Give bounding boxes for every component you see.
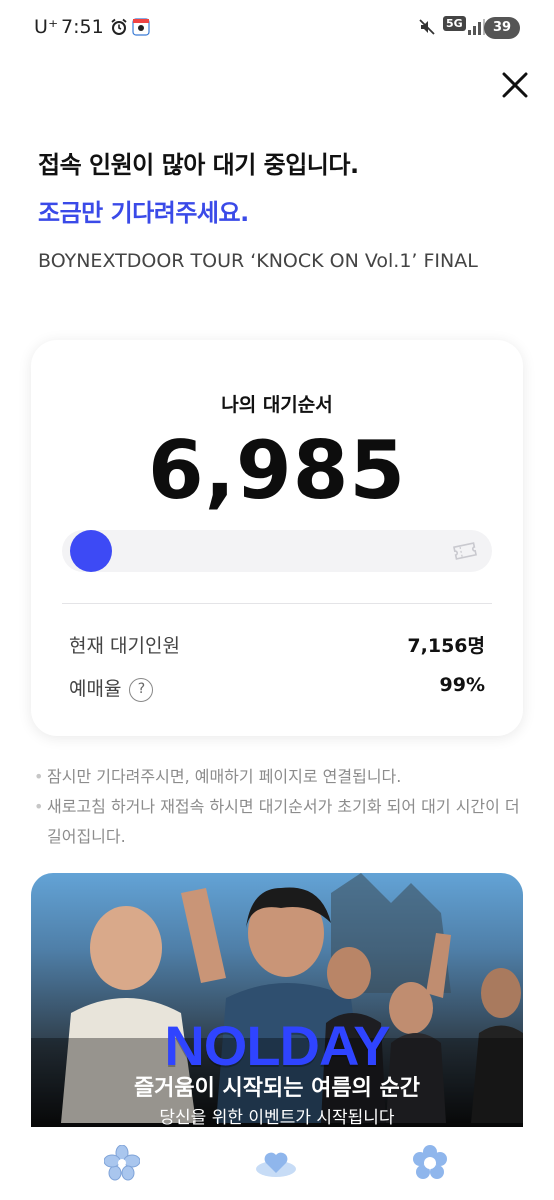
queue-card: 나의 대기순서 6,985 현재 대기인원 7,156명 예매율? 99%: [31, 340, 523, 736]
notice-item: 잠시만 기다려주시면, 예매하기 페이지로 연결됩니다.: [34, 762, 520, 792]
booking-rate-value: 99%: [439, 674, 485, 696]
queue-screen: U⁺ 7:51 5G 39 접속 인원이 많아 대기 중입니다. 조금만 기다려…: [0, 0, 554, 1200]
current-waiting-label: 현재 대기인원: [69, 635, 180, 657]
booking-rate-label: 예매율: [69, 678, 122, 700]
banner-brand: NOLDAY: [164, 1014, 390, 1077]
network-badge: 5G: [443, 16, 466, 31]
current-waiting-value: 7,156명: [407, 635, 485, 657]
flower-icon[interactable]: [103, 1144, 141, 1181]
signal-icon: [467, 18, 485, 40]
queue-progress-bar: [62, 530, 492, 572]
promo-banner[interactable]: NOLDAY 즐거움이 시작되는 여름의 순간 당신을 위한 이벤트가 시작됩니…: [31, 873, 523, 1127]
status-bar: U⁺ 7:51 5G 39: [0, 0, 554, 56]
ticket-icon: [453, 542, 477, 560]
page-title: 접속 인원이 많아 대기 중입니다.: [38, 151, 359, 179]
card-divider: [62, 603, 492, 604]
heart-cloud-icon[interactable]: [254, 1145, 298, 1181]
event-name: BOYNEXTDOOR TOUR ‘KNOCK ON Vol.1’ FINAL: [38, 250, 478, 272]
help-icon[interactable]: ?: [129, 677, 154, 702]
carrier-label: U⁺: [34, 16, 59, 38]
location-icon: [132, 18, 150, 42]
booking-rate-row: 예매율?: [69, 674, 154, 702]
close-icon: [502, 72, 528, 98]
queue-label: 나의 대기순서: [221, 394, 333, 416]
battery-indicator: 39: [484, 17, 520, 39]
close-button[interactable]: [498, 68, 532, 102]
clock: 7:51: [61, 16, 104, 38]
bottom-nav: [0, 1128, 554, 1200]
queue-number: 6,985: [147, 424, 407, 517]
notice-item: 새로고침 하거나 재접속 하시면 대기순서가 초기화 되어 대기 시간이 더 길…: [34, 792, 520, 852]
banner-headline: 즐거움이 시작되는 여름의 순간: [133, 1076, 421, 1101]
alarm-icon: [110, 18, 128, 40]
daisy-icon[interactable]: [412, 1145, 448, 1181]
mute-icon: [418, 18, 436, 40]
notice-list: 잠시만 기다려주시면, 예매하기 페이지로 연결됩니다. 새로고침 하거나 재접…: [34, 762, 520, 852]
banner-subtext: 당신을 위한 이벤트가 시작됩니다: [159, 1108, 395, 1127]
progress-indicator: [69, 530, 112, 572]
page-subtitle: 조금만 기다려주세요.: [38, 199, 249, 227]
